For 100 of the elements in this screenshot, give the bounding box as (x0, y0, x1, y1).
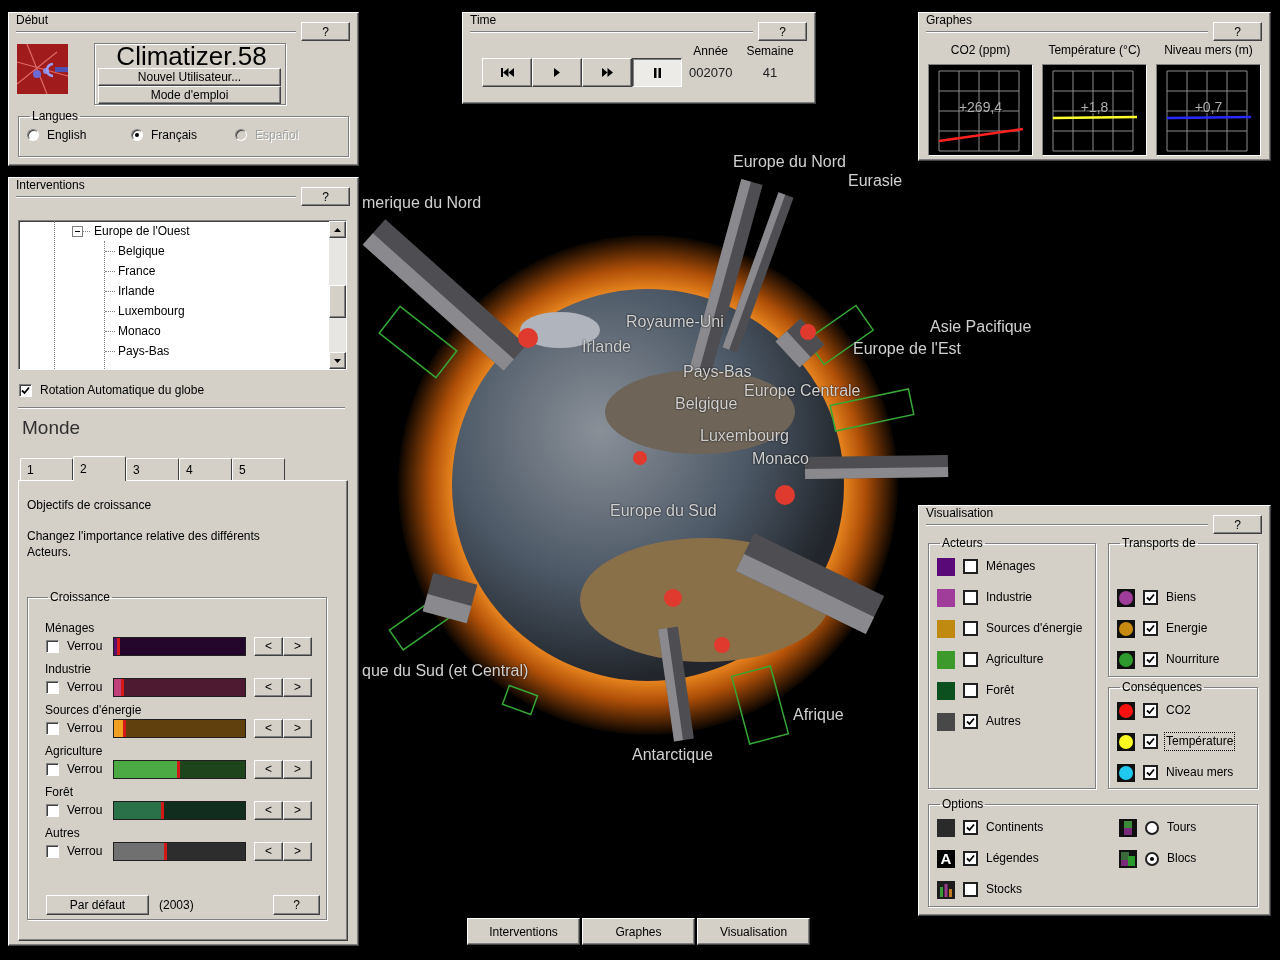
tab[interactable]: 1 (20, 458, 73, 480)
checkbox[interactable] (963, 882, 978, 897)
checkbox-label[interactable]: Nourriture (1166, 652, 1220, 667)
increase-button[interactable]: > (283, 677, 312, 697)
checkbox[interactable] (46, 721, 59, 735)
checkbox[interactable] (1143, 621, 1158, 636)
slider-thumb[interactable] (163, 842, 167, 860)
radio-button[interactable] (1145, 820, 1159, 835)
option-label[interactable]: Continents (986, 820, 1044, 835)
checkbox[interactable] (1143, 765, 1158, 780)
tab[interactable]: 3 (126, 458, 179, 480)
slider-track[interactable] (113, 718, 246, 738)
checkbox-label[interactable]: Ménages (986, 559, 1036, 574)
radio-label[interactable]: Français (151, 128, 197, 142)
help-button[interactable]: ? (273, 895, 320, 915)
increase-button[interactable]: > (283, 718, 312, 738)
checkbox[interactable] (963, 590, 978, 605)
skip-back-button[interactable] (482, 58, 532, 87)
checkbox-label[interactable]: Agriculture (986, 652, 1044, 667)
menu-button[interactable]: Nouvel Utilisateur... (98, 68, 281, 86)
default-button[interactable]: Par défaut (46, 895, 149, 915)
checkbox[interactable] (1143, 703, 1158, 718)
decrease-button[interactable]: < (254, 718, 283, 738)
tree-item[interactable]: Irlande (118, 284, 155, 298)
checkbox-label[interactable]: Verrou (67, 720, 113, 736)
slider-thumb[interactable] (116, 637, 120, 655)
checkbox[interactable] (963, 621, 978, 636)
slider-track[interactable] (113, 800, 246, 820)
increase-button[interactable]: > (283, 759, 312, 779)
decrease-button[interactable]: < (254, 759, 283, 779)
checkbox-label[interactable]: Verrou (67, 761, 113, 777)
tab[interactable]: 5 (232, 458, 285, 480)
decrease-button[interactable]: < (254, 677, 283, 697)
radio-label[interactable]: English (47, 128, 87, 142)
checkbox-label[interactable]: Verrou (67, 802, 113, 818)
option-label[interactable]: Tours (1167, 820, 1197, 835)
checkbox-label[interactable]: Sources d'énergie (986, 621, 1083, 636)
checkbox[interactable] (1143, 590, 1158, 605)
scroll-thumb[interactable] (329, 285, 346, 318)
help-button[interactable]: ? (1213, 515, 1262, 534)
slider-thumb[interactable] (161, 801, 165, 819)
checkbox-label[interactable]: Biens (1166, 590, 1197, 605)
slider-track[interactable] (113, 759, 246, 779)
slider-track[interactable] (113, 677, 246, 697)
checkbox[interactable] (963, 652, 978, 667)
scrollbar[interactable] (329, 221, 346, 369)
help-button[interactable]: ? (301, 22, 350, 41)
slider-thumb[interactable] (120, 678, 124, 696)
slider-thumb[interactable] (123, 719, 127, 737)
menu-button[interactable]: Mode d'emploi (98, 86, 281, 104)
tree-item[interactable]: Pays-Bas (118, 344, 170, 358)
tree-item[interactable]: France (118, 264, 156, 278)
option-label[interactable]: Légendes (986, 851, 1039, 866)
panel-toggle-button[interactable]: Graphes (582, 918, 695, 945)
checkbox-label[interactable]: CO2 (1166, 703, 1191, 718)
checkbox-label[interactable]: Verrou (67, 679, 113, 695)
decrease-button[interactable]: < (254, 841, 283, 861)
help-button[interactable]: ? (301, 187, 350, 206)
pause-button[interactable] (632, 58, 682, 87)
tree-item[interactable]: Luxembourg (118, 304, 185, 318)
decrease-button[interactable]: < (254, 636, 283, 656)
panel-toggle-button[interactable]: Interventions (467, 918, 580, 945)
checkbox-label[interactable]: Niveau mers (1166, 765, 1234, 780)
increase-button[interactable]: > (283, 841, 312, 861)
checkbox[interactable] (963, 820, 978, 835)
radio-button[interactable] (27, 129, 39, 141)
help-button[interactable]: ? (758, 22, 807, 41)
radio-button[interactable] (1145, 851, 1159, 866)
checkbox[interactable] (46, 803, 59, 817)
checkbox[interactable] (19, 383, 32, 397)
collapse-icon[interactable] (72, 225, 83, 237)
slider-track[interactable] (113, 841, 246, 861)
tree-item[interactable]: Monaco (118, 324, 161, 338)
tab[interactable]: 2 (73, 456, 126, 481)
slider-track[interactable] (113, 636, 246, 656)
scroll-up-button[interactable] (329, 221, 346, 238)
help-button[interactable]: ? (1213, 22, 1262, 41)
checkbox[interactable] (46, 762, 59, 776)
option-label[interactable]: Blocs (1167, 851, 1197, 866)
checkbox[interactable] (1143, 652, 1158, 667)
tree-item[interactable]: Europe de l'Ouest (94, 224, 190, 238)
checkbox-label[interactable]: Energie (1166, 621, 1208, 636)
checkbox-label[interactable]: Verrou (67, 638, 113, 654)
checkbox[interactable] (46, 844, 59, 858)
checkbox[interactable] (963, 683, 978, 698)
checkbox[interactable] (46, 639, 59, 653)
checkbox-label[interactable]: Autres (986, 714, 1021, 729)
radio-button[interactable] (131, 129, 143, 141)
increase-button[interactable]: > (283, 636, 312, 656)
checkbox[interactable] (963, 851, 978, 866)
fast-forward-button[interactable] (582, 58, 632, 87)
tab[interactable]: 4 (179, 458, 232, 480)
checkbox[interactable] (46, 680, 59, 694)
scroll-down-button[interactable] (329, 352, 346, 369)
checkbox-label[interactable]: Industrie (986, 590, 1033, 605)
option-label[interactable]: Stocks (986, 882, 1022, 897)
checkbox[interactable] (963, 559, 978, 574)
play-button[interactable] (532, 58, 582, 87)
checkbox[interactable] (963, 714, 978, 729)
tree-item[interactable]: Belgique (118, 244, 165, 258)
